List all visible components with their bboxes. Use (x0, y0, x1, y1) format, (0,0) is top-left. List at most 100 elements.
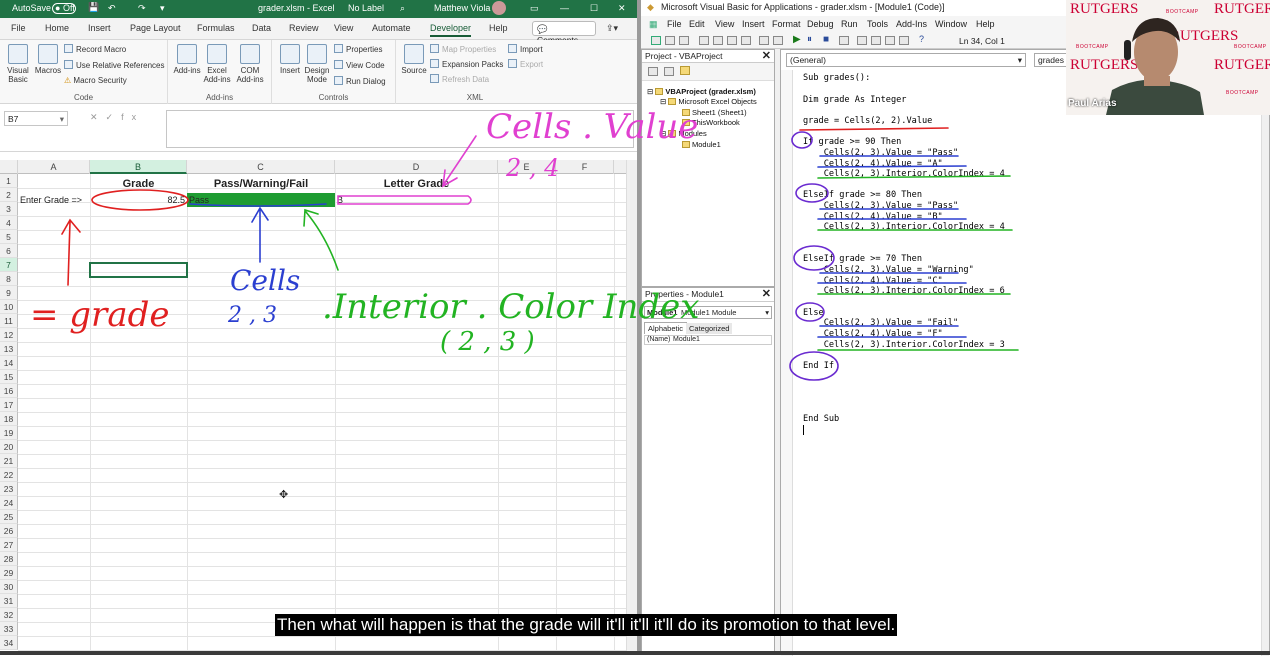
tab-data[interactable]: Data (252, 23, 271, 33)
map-properties-button[interactable]: Map Properties (430, 44, 496, 54)
code-line[interactable]: Dim grade As Integer (803, 95, 906, 105)
reset-icon[interactable]: ■ (823, 34, 829, 45)
select-all-corner[interactable] (0, 160, 18, 174)
code-line[interactable]: Cells(2, 4).Value = "A" (803, 159, 943, 169)
record-macro-button[interactable]: Record Macro (64, 44, 126, 54)
toggle-folders-icon[interactable] (680, 66, 690, 75)
tab-page-layout[interactable]: Page Layout (130, 23, 181, 33)
code-line[interactable]: End Sub (803, 414, 839, 424)
row-header[interactable]: 11 (0, 314, 18, 328)
menu-debug[interactable]: Debug (807, 19, 834, 29)
tab-formulas[interactable]: Formulas (197, 23, 235, 33)
column-header-e[interactable]: E (498, 160, 556, 174)
row-header[interactable]: 4 (0, 216, 18, 230)
row-header[interactable]: 15 (0, 370, 18, 384)
properties-button[interactable]: Properties (334, 44, 382, 54)
paste-icon[interactable] (727, 36, 737, 45)
tab-developer[interactable]: Developer (430, 23, 472, 37)
avatar[interactable] (492, 1, 506, 15)
macros-button[interactable]: Macros (33, 44, 63, 75)
column-header-d[interactable]: D (335, 160, 498, 174)
code-vertical-scrollbar[interactable] (1261, 70, 1269, 656)
column-header-c[interactable]: C (187, 160, 335, 174)
code-line[interactable]: Cells(2, 4).Value = "C" (803, 276, 943, 286)
run-dialog-button[interactable]: Run Dialog (334, 76, 386, 86)
code-line[interactable]: Cells(2, 3).Interior.ColorIndex = 4 (803, 169, 1005, 179)
tab-view[interactable]: View (334, 23, 353, 33)
minimize-icon[interactable]: — (560, 3, 569, 13)
run-icon[interactable]: ▶ (793, 34, 801, 45)
view-excel-icon[interactable] (651, 36, 661, 45)
cell-c1[interactable]: Pass/Warning/Fail (187, 177, 335, 191)
menu-file[interactable]: File (667, 19, 682, 29)
macro-security-button[interactable]: ⚠ Macro Security (64, 76, 127, 85)
code-line[interactable]: ElseIf grade >= 80 Then (803, 190, 922, 200)
share-icon[interactable]: ⇪▾ (606, 23, 618, 34)
row-header[interactable]: 12 (0, 328, 18, 342)
code-line[interactable]: Cells(2, 3).Value = "Pass" (803, 148, 959, 158)
code-line[interactable]: Cells(2, 3).Value = "Pass" (803, 201, 959, 211)
close-icon[interactable]: ✕ (762, 50, 771, 62)
tree-excel-objects[interactable]: ⊟ Microsoft Excel Objects (660, 97, 757, 106)
find-icon[interactable] (741, 36, 751, 45)
tree-module1[interactable]: Module1 (682, 140, 721, 149)
insert-module-icon[interactable] (665, 36, 675, 45)
excel-icon[interactable]: ▦ (649, 19, 658, 30)
menu-tools[interactable]: Tools (867, 19, 888, 29)
code-line[interactable]: ElseIf grade >= 70 Then (803, 254, 922, 264)
row-header[interactable]: 34 (0, 636, 18, 650)
column-header-f[interactable]: F (556, 160, 614, 174)
close-icon[interactable]: ✕ (762, 288, 771, 300)
excel-addins-button[interactable]: Excel Add-ins (202, 44, 232, 84)
break-icon[interactable]: ⏸ (807, 34, 812, 45)
row-header[interactable]: 3 (0, 202, 18, 216)
row-header[interactable]: 7 (0, 258, 18, 272)
tab-review[interactable]: Review (289, 23, 319, 33)
tree-sheet1[interactable]: Sheet1 (Sheet1) (682, 108, 747, 117)
enter-icon[interactable]: ✓ (106, 112, 122, 122)
code-line[interactable]: Cells(2, 3).Value = "Warning" (803, 265, 974, 275)
row-header[interactable]: 9 (0, 286, 18, 300)
relative-references-button[interactable]: Use Relative References (64, 60, 164, 70)
row-header[interactable]: 33 (0, 622, 18, 636)
copy-icon[interactable] (713, 36, 723, 45)
menu-edit[interactable]: Edit (689, 19, 705, 29)
undo-icon[interactable] (759, 36, 769, 45)
code-line[interactable]: Sub grades(): (803, 73, 870, 83)
view-object-icon[interactable] (664, 67, 674, 76)
view-code-icon[interactable] (648, 67, 658, 76)
com-addins-button[interactable]: COM Add-ins (234, 44, 266, 84)
property-row-name[interactable]: (Name) Module1 (644, 335, 772, 345)
row-header[interactable]: 25 (0, 510, 18, 524)
cut-icon[interactable] (699, 36, 709, 45)
object-combo[interactable]: (General) ▾ (786, 53, 1026, 67)
import-button[interactable]: Import (508, 44, 543, 54)
cell-d2[interactable]: B (337, 193, 498, 207)
row-header[interactable]: 22 (0, 468, 18, 482)
vertical-scrollbar[interactable] (626, 160, 637, 655)
save-icon[interactable] (679, 36, 689, 45)
project-explorer-icon[interactable] (857, 36, 867, 45)
row-header[interactable]: 24 (0, 496, 18, 510)
row-header[interactable]: 8 (0, 272, 18, 286)
code-line[interactable]: End If (803, 361, 834, 371)
tree-thisworkbook[interactable]: ThisWorkbook (682, 118, 740, 127)
menu-view[interactable]: View (715, 19, 734, 29)
tree-root[interactable]: ⊟ VBAProject (grader.xlsm) (647, 87, 756, 96)
tab-automate[interactable]: Automate (372, 23, 411, 33)
row-header[interactable]: 17 (0, 398, 18, 412)
tab-alphabetic[interactable]: Alphabetic (644, 322, 688, 334)
search-icon[interactable]: ⌕ (400, 3, 405, 14)
row-header[interactable]: 27 (0, 538, 18, 552)
design-mode-icon[interactable] (839, 36, 849, 45)
tab-help[interactable]: Help (489, 23, 508, 33)
user-name[interactable]: Matthew Viola (434, 3, 490, 13)
menu-help[interactable]: Help (976, 19, 995, 29)
visual-basic-button[interactable]: Visual Basic (4, 44, 32, 84)
code-line[interactable]: Cells(2, 4).Value = "F" (803, 329, 943, 339)
tab-home[interactable]: Home (45, 23, 69, 33)
active-cell-b7[interactable] (89, 262, 188, 278)
export-button[interactable]: Export (508, 59, 543, 69)
design-mode-button[interactable]: Design Mode (304, 44, 330, 84)
insert-control-button[interactable]: Insert (277, 44, 303, 75)
